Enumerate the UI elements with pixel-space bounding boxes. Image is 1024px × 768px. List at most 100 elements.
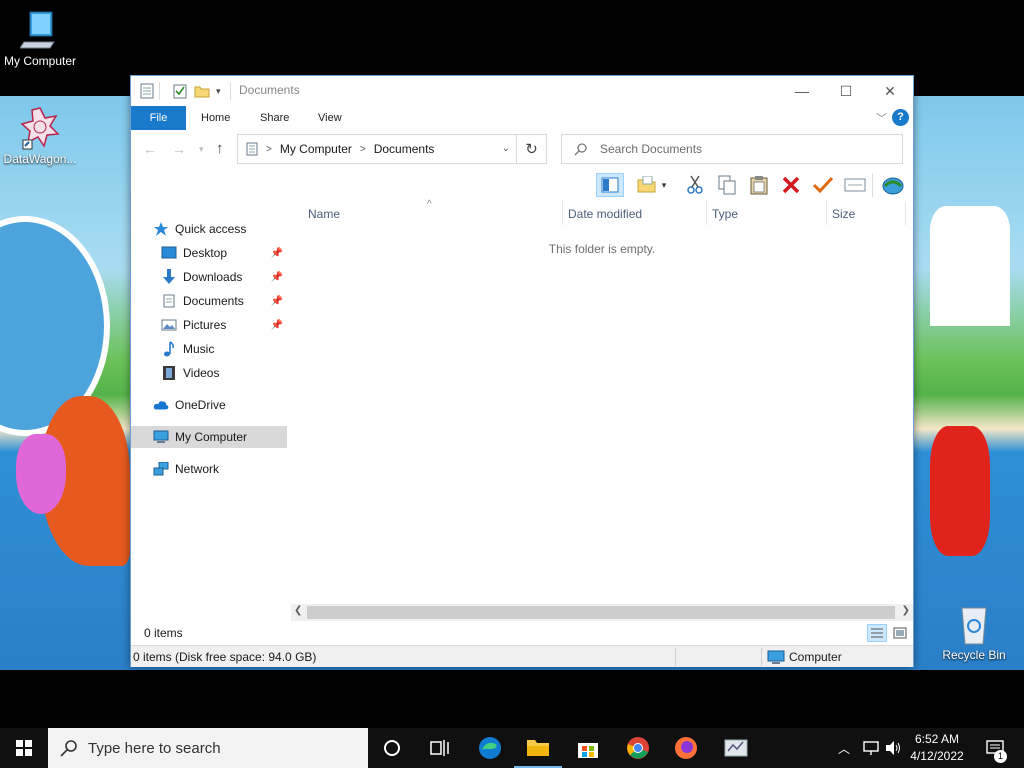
large-icons-view-button[interactable] [890,624,910,642]
film-icon [161,365,177,381]
column-header-size[interactable]: Size [832,207,855,221]
paste-icon[interactable] [746,173,772,197]
tab-view[interactable]: View [304,106,356,130]
column-divider[interactable] [706,201,707,225]
properties-checkbox-icon[interactable] [173,82,187,100]
divider [872,173,873,197]
desktop-icon-label: My Computer [3,54,77,68]
nav-item-label: Videos [183,366,220,380]
file-list[interactable]: This folder is empty. [291,227,913,603]
properties-icon[interactable] [842,173,868,197]
minimize-button[interactable]: — [779,76,825,106]
desktop-icon-recycle-bin[interactable]: Recycle Bin [934,602,1014,662]
pin-icon[interactable]: 📌 [271,248,283,259]
column-header-type[interactable]: Type [712,207,738,221]
nav-item-pictures[interactable]: Pictures 📌 [161,314,287,336]
breadcrumb-chevron-icon[interactable]: > [266,144,272,155]
search-input[interactable]: Search Documents [561,134,903,164]
title-bar[interactable]: ▾ Documents — ☐ ✕ [131,76,913,106]
status-bar: 0 items (Disk free space: 94.0 GB) Compu… [131,645,913,667]
chrome-icon [627,737,649,759]
scroll-right-icon[interactable]: ❯ [902,605,910,616]
address-dropdown-icon[interactable]: ⌄ [502,143,510,154]
back-arrow-icon[interactable]: ← [143,141,157,157]
column-header-name[interactable]: Name [308,207,340,221]
notifications-button[interactable]: 1 [980,728,1010,768]
nav-item-music[interactable]: Music [161,338,287,360]
taskbar-search-input[interactable]: Type here to search [48,728,368,768]
column-header-date-modified[interactable]: Date modified [568,207,642,221]
scroll-left-icon[interactable]: ❮ [294,605,302,616]
pin-icon[interactable]: 📌 [271,296,283,307]
recent-locations-dropdown-icon[interactable]: ▾ [199,144,204,155]
new-item-dropdown-icon[interactable]: ▾ [658,173,670,197]
customize-qa-dropdown-icon[interactable]: ▾ [216,82,221,100]
app-button[interactable] [712,728,760,768]
task-view-button[interactable] [416,728,464,768]
nav-item-desktop[interactable]: Desktop 📌 [161,242,287,264]
breadcrumb-chevron-icon[interactable]: > [360,144,366,155]
nav-item-network[interactable]: Network [153,458,287,480]
nav-item-quick-access[interactable]: Quick access [153,218,283,240]
firefox-button[interactable] [662,728,710,768]
chrome-button[interactable] [614,728,662,768]
rename-checkmark-icon[interactable] [810,173,836,197]
horizontal-scrollbar[interactable]: ❮ ❯ [291,604,913,621]
desktop-folder-icon [161,245,177,261]
column-divider[interactable] [826,201,827,225]
clock[interactable]: 6:52 AM 4/12/2022 [904,731,970,765]
copy-icon[interactable] [714,173,740,197]
tab-file[interactable]: File [131,106,186,130]
document-icon [161,293,177,309]
up-arrow-icon[interactable]: ↑ [216,140,224,157]
address-bar[interactable]: > My Computer > Documents ⌄ [237,134,517,164]
tab-share[interactable]: Share [246,106,303,130]
wallpaper-shape [930,206,1010,326]
nav-item-label: Network [175,462,220,476]
desktop-icon-my-computer[interactable]: My Computer [0,8,80,68]
nav-item-label: Pictures [183,318,227,332]
pin-icon[interactable]: 📌 [271,272,283,283]
divider [230,82,231,100]
status-disk-space: 0 items (Disk free space: 94.0 GB) [133,650,317,664]
nav-item-label: Music [183,342,215,356]
breadcrumb-my-computer[interactable]: My Computer [280,142,352,156]
close-button[interactable]: ✕ [867,76,913,106]
store-button[interactable] [564,728,612,768]
forward-arrow-icon[interactable]: → [172,141,186,157]
start-button[interactable] [0,728,48,768]
breadcrumb-documents[interactable]: Documents [374,142,435,156]
details-view-button[interactable] [867,624,887,642]
new-folder-icon[interactable] [194,82,210,100]
refresh-button[interactable]: ↻ [517,134,547,164]
nav-item-videos[interactable]: Videos [161,362,287,384]
volume-icon[interactable] [884,728,902,768]
globe-icon[interactable] [880,173,906,197]
column-divider[interactable] [562,201,563,225]
clock-time: 6:52 AM [914,732,960,746]
large-icons-view-icon [893,627,907,639]
network-tray-icon[interactable] [862,728,880,768]
desktop-icon-datawagon[interactable]: DataWagon... [0,106,80,166]
column-divider[interactable] [905,201,906,225]
nav-item-onedrive[interactable]: OneDrive [153,394,287,416]
delete-icon[interactable] [778,173,804,197]
nav-item-my-computer[interactable]: My Computer [131,426,287,448]
tab-home[interactable]: Home [187,106,244,130]
cut-icon[interactable] [682,173,708,197]
scrollbar-thumb[interactable] [307,606,895,619]
file-explorer-taskbar-button[interactable] [514,728,562,768]
nav-item-documents[interactable]: Documents 📌 [161,290,287,312]
maximize-button[interactable]: ☐ [823,76,869,106]
expand-ribbon-chevron-icon[interactable]: ﹀ [876,110,887,126]
edge-button[interactable] [466,728,514,768]
pin-icon[interactable]: 📌 [271,320,283,331]
help-button[interactable]: ? [892,109,909,126]
cortana-button[interactable] [368,728,416,768]
show-hidden-icons-chevron-icon[interactable]: ︿ [838,728,850,768]
computer-icon [767,650,785,664]
preview-pane-icon[interactable] [596,173,624,197]
new-item-icon[interactable] [634,173,660,197]
computer-icon [153,429,169,445]
nav-item-downloads[interactable]: Downloads 📌 [161,266,287,288]
